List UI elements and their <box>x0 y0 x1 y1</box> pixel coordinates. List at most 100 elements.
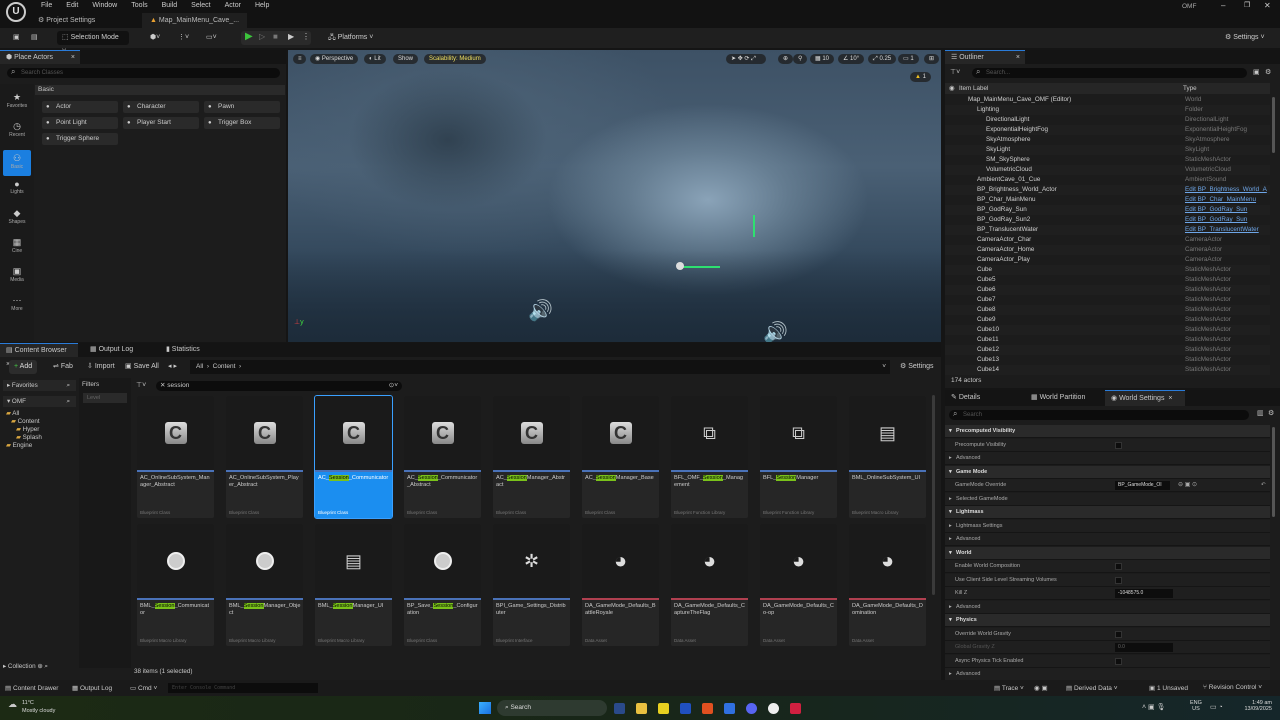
tab-map[interactable]: ▲ Map_MainMenu_Cave_... <box>142 13 248 28</box>
outliner-row[interactable]: BP_Char_MainMenu Edit BP_Char_MainMenu <box>945 195 1270 205</box>
details-row-lightmass-settings[interactable]: ▸ Lightmass Settings <box>945 519 1270 533</box>
actor-pivot-icon[interactable] <box>676 262 684 270</box>
checkbox[interactable] <box>1115 576 1122 584</box>
favorites-section[interactable]: ▸ Favorites ⌕ <box>3 380 76 391</box>
details-row-advanced[interactable]: ▸ Advanced <box>945 533 1270 546</box>
asset-scrollbar[interactable] <box>932 395 935 595</box>
more-icon[interactable]: ⋮ <box>302 32 310 41</box>
app-a-icon[interactable] <box>680 703 691 714</box>
outliner-row[interactable]: CameraActor_Char CameraActor <box>945 235 1270 245</box>
warning-badge[interactable]: ▲ 1 <box>910 72 931 82</box>
settings-dropdown[interactable]: ⚙ Settings ˅ <box>1220 31 1270 45</box>
reset-icon[interactable]: ↶ <box>1261 479 1266 492</box>
outliner-row[interactable]: BP_GodRay_Sun Edit BP_GodRay_Sun <box>945 205 1270 215</box>
tab-world-partition[interactable]: ▦ World Partition <box>1025 390 1091 406</box>
unreal-taskbar-icon[interactable] <box>768 703 779 714</box>
windows-start-icon[interactable] <box>479 702 491 714</box>
import-button[interactable]: ⇩ Import <box>82 360 120 374</box>
details-row-game-mode[interactable]: ▾ Game Mode <box>945 465 1270 479</box>
actor-item-actor[interactable]: Actor <box>42 101 118 113</box>
number-field[interactable]: 0.0 <box>1115 643 1173 652</box>
sound-icon[interactable]: 🔊 <box>528 298 553 323</box>
tab-project-settings[interactable]: ⚙ Project Settings <box>30 13 103 28</box>
selection-mode-dropdown[interactable]: ⬚ Selection Mode ˅ <box>57 31 129 55</box>
asset-tile[interactable]: ✲ BPI_Game_Settings_Distributer Blueprint … <box>493 524 570 646</box>
menu-select[interactable]: Select <box>184 1 217 10</box>
save-all-button[interactable]: ▣ Save All <box>120 360 164 374</box>
outliner-row[interactable]: BP_TranslucentWater Edit BP_TranslucentWa… <box>945 225 1270 235</box>
actor-item-trigger-box[interactable]: Trigger Box <box>204 117 280 129</box>
tab-content-browser[interactable]: ▤ Content Browser × <box>0 343 78 368</box>
asset-tile[interactable]: ◕ DA_GameMode_Defaults_BattleRoyale Data A… <box>582 524 659 646</box>
eject-icon[interactable]: ▶ <box>288 32 294 41</box>
category-favorites[interactable]: ★ Favorites <box>3 92 31 109</box>
camera-speed[interactable]: ▭ 1 <box>898 54 919 64</box>
checkbox[interactable] <box>1115 563 1122 570</box>
outliner-row[interactable]: Cube5 StaticMeshActor <box>945 275 1270 285</box>
actor-item-pawn[interactable]: Pawn <box>204 101 280 113</box>
language-indicator[interactable]: ENG US <box>1190 700 1202 712</box>
outliner-item-type[interactable]: Edit BP_Brightness_World_A <box>1185 185 1267 195</box>
fab-button[interactable]: ⇌ Fab <box>48 360 78 374</box>
network-volume-icons[interactable]: ▭ ◔ <box>1210 703 1223 711</box>
outliner-row[interactable]: AmbientCave_01_Cue AmbientSound <box>945 175 1270 185</box>
outliner-item-type[interactable]: Edit BP_TranslucentWater <box>1185 225 1259 235</box>
outliner-row[interactable]: Cube12 StaticMeshActor <box>945 345 1270 355</box>
menu-file[interactable]: File <box>34 1 59 10</box>
derived-data-dropdown[interactable]: ▤ Derived Data ˅ <box>1066 684 1118 692</box>
add-button[interactable]: + Add <box>9 360 38 374</box>
asset-tile[interactable]: ⧉ BFL_SessionManager Blueprint Function Li… <box>760 396 837 518</box>
outliner-row[interactable]: DirectionalLight DirectionalLight <box>945 115 1270 125</box>
world-local-icon[interactable]: ⊕ <box>778 54 794 64</box>
tab-outliner[interactable]: ☰ Outliner × <box>945 50 1025 64</box>
outliner-row[interactable]: Cube14 StaticMeshActor <box>945 365 1270 375</box>
search-classes-input[interactable]: Search Classes <box>7 67 280 78</box>
menu-build[interactable]: Build <box>155 1 185 10</box>
outliner-row[interactable]: BP_GodRay_Sun2 Edit BP_GodRay_Sun <box>945 215 1270 225</box>
outliner-row[interactable]: Cube StaticMeshActor <box>945 265 1270 275</box>
grid-snap[interactable]: ▦ 10 <box>810 54 835 64</box>
search-icon[interactable]: ⌕ <box>66 396 70 407</box>
details-row-selected-gamemode[interactable]: ▸ Selected GameMode <box>945 492 1270 506</box>
details-row-advanced[interactable]: ▸ Advanced <box>945 600 1270 614</box>
details-row-physics[interactable]: ▾ Physics <box>945 614 1270 627</box>
menu-help[interactable]: Help <box>248 1 276 10</box>
details-row-advanced[interactable]: ▸ Advanced <box>945 452 1270 465</box>
filter-icon[interactable]: ⊤˅ <box>136 381 146 389</box>
scale-snap[interactable]: ⤢ 0.25 <box>868 54 897 64</box>
settings-icon[interactable]: ⚙ <box>1265 68 1271 76</box>
asset-search-input[interactable]: ✕ session ⊙˅ <box>156 381 402 391</box>
outliner-scrollbar[interactable] <box>1272 97 1275 153</box>
show-button[interactable]: Show <box>393 54 419 64</box>
outliner-row[interactable]: Cube10 StaticMeshActor <box>945 325 1270 335</box>
tab-details[interactable]: ✎ Details <box>945 390 986 406</box>
outliner-item-type[interactable]: Edit BP_GodRay_Sun <box>1185 205 1247 215</box>
column-type[interactable]: Type <box>1183 83 1197 94</box>
asset-tile[interactable]: C AC_OnlineSubSystem_Manager_Abstract Blue… <box>137 396 214 518</box>
breadcrumb-all[interactable]: All <box>196 363 203 370</box>
filter-icon[interactable]: ⊤˅ <box>950 68 960 76</box>
taskbar-search[interactable]: ⌕ Search <box>497 700 607 716</box>
sticky-notes-icon[interactable] <box>658 703 669 714</box>
output-log-button[interactable]: ▦ Output Log <box>72 684 112 692</box>
close-button[interactable]: ✕ <box>1264 1 1271 10</box>
details-row-world[interactable]: ▾ World <box>945 546 1270 560</box>
outliner-row[interactable]: Cube8 StaticMeshActor <box>945 305 1270 315</box>
outliner-row[interactable]: VolumetricCloud VolumetricCloud <box>945 165 1270 175</box>
folder-splash[interactable]: ▰ Splash <box>6 434 42 442</box>
details-row-precomputed-visibility[interactable]: ▾ Precomputed Visibility <box>945 425 1270 438</box>
outliner-row[interactable]: Cube11 StaticMeshActor <box>945 335 1270 345</box>
asset-tile[interactable]: ⧉ BFL_OMF_Session_Management Blueprint Fun… <box>671 396 748 518</box>
folder-hyper[interactable]: ▰ Hyper <box>6 426 42 434</box>
close-icon[interactable]: × <box>71 51 75 65</box>
asset-tile[interactable]: ▤ BML_OnlineSubSystem_UI Blueprint Macro L… <box>849 396 926 518</box>
save-icon[interactable]: ▣ <box>8 31 25 45</box>
file-explorer-icon[interactable] <box>636 703 647 714</box>
save-search-icon[interactable]: ⊙˅ <box>389 381 398 391</box>
stop-icon[interactable]: ■ <box>273 32 278 41</box>
outliner-row[interactable]: Map_MainMenu_Cave_OMF (Editor) World <box>945 95 1270 105</box>
outliner-row[interactable]: BP_Brightness_World_Actor Edit BP_Brightn… <box>945 185 1270 195</box>
asset-tile[interactable]: BP_Save_Session_Configuration Blueprint C… <box>404 524 481 646</box>
folder-engine[interactable]: ▰ Engine <box>6 442 42 450</box>
level-filter[interactable]: Level <box>83 393 127 403</box>
